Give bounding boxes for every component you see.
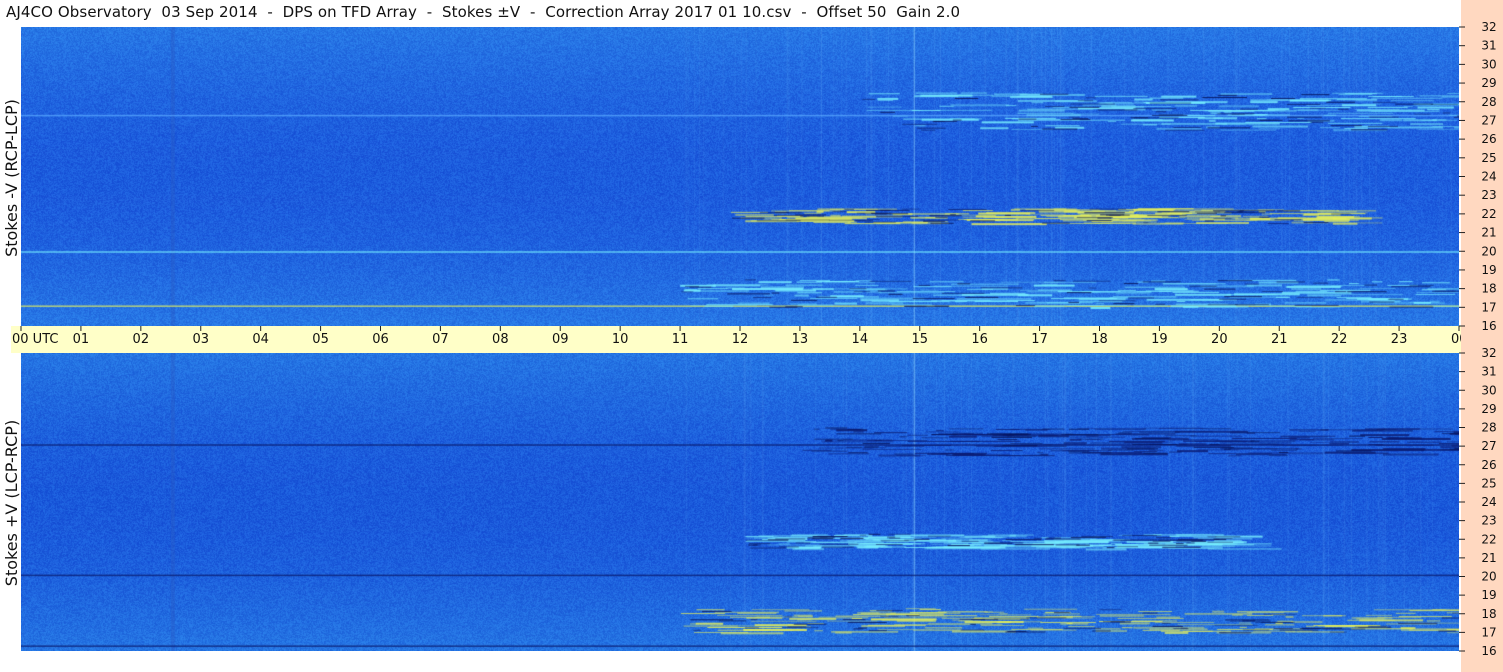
time-label: 20 bbox=[1211, 332, 1228, 347]
bottom-frequency-tick-label: 28 bbox=[1481, 421, 1496, 435]
time-label: 13 bbox=[792, 332, 809, 347]
top-spectrogram bbox=[21, 27, 1459, 326]
time-label: 16 bbox=[971, 332, 988, 347]
top-frequency-tick-label: 28 bbox=[1481, 95, 1496, 109]
time-label: 02 bbox=[133, 332, 150, 347]
bottom-frequency-tick-label: 30 bbox=[1481, 383, 1496, 397]
bottom-frequency-tick-label: 24 bbox=[1481, 495, 1496, 509]
top-frequency-tick-label: 21 bbox=[1481, 226, 1496, 240]
top-frequency-tick-label: 27 bbox=[1481, 113, 1496, 127]
time-label: 03 bbox=[192, 332, 209, 347]
time-axis: 00 UTC 01 02 03 04 05 06 07 08 09 10 11 12 13 14 15 16 17… bbox=[12, 326, 1495, 347]
bottom-frequency-tick-label: 20 bbox=[1481, 570, 1496, 584]
top-frequency-tick-label: 31 bbox=[1481, 39, 1496, 53]
time-label: 04 bbox=[252, 332, 269, 347]
time-label: 17 bbox=[1031, 332, 1048, 347]
bottom-frequency-tick-label: 32 bbox=[1481, 346, 1496, 360]
bottom-frequency-tick-label: 16 bbox=[1481, 644, 1496, 658]
bottom-spectrogram bbox=[21, 353, 1459, 651]
top-frequency-tick-label: 22 bbox=[1481, 207, 1496, 221]
frequency-axis: 16 17 18 19 20 21 22 23 24 25 26 27 28 29 30 31 32 16 17 18… bbox=[1459, 20, 1497, 658]
top-frequency-tick-label: 16 bbox=[1481, 319, 1496, 333]
top-frequency-tick-label: 29 bbox=[1481, 76, 1496, 90]
top-frequency-tick-label: 17 bbox=[1481, 300, 1496, 314]
time-label: 19 bbox=[1151, 332, 1168, 347]
bottom-frequency-tick-label: 23 bbox=[1481, 514, 1496, 528]
time-label: 12 bbox=[732, 332, 749, 347]
bottom-frequency-tick-label: 22 bbox=[1481, 532, 1496, 546]
top-frequency-tick-label: 23 bbox=[1481, 188, 1496, 202]
time-label: 23 bbox=[1391, 332, 1408, 347]
top-frequency-tick-label: 30 bbox=[1481, 57, 1496, 71]
page-title: AJ4CO Observatory 03 Sep 2014 - DPS on T… bbox=[6, 3, 961, 21]
bottom-frequency-tick-label: 17 bbox=[1481, 625, 1496, 639]
bottom-frequency-tick-label: 31 bbox=[1481, 365, 1496, 379]
bottom-frequency-tick-label: 29 bbox=[1481, 402, 1496, 416]
top-frequency-tick-label: 25 bbox=[1481, 151, 1496, 165]
time-label: 07 bbox=[432, 332, 449, 347]
time-label: 01 bbox=[73, 332, 90, 347]
bottom-frequency-tick-label: 25 bbox=[1481, 476, 1496, 490]
time-label: 18 bbox=[1091, 332, 1108, 347]
top-frequency-tick-label: 32 bbox=[1481, 20, 1496, 34]
time-label: 21 bbox=[1271, 332, 1288, 347]
top-frequency-tick-label: 26 bbox=[1481, 132, 1496, 146]
top-frequency-tick-label: 24 bbox=[1481, 170, 1496, 184]
time-label: 22 bbox=[1331, 332, 1348, 347]
top-frequency-tick-label: 19 bbox=[1481, 263, 1496, 277]
top-frequency-tick-label: 20 bbox=[1481, 244, 1496, 258]
bottom-frequency-tick-label: 19 bbox=[1481, 588, 1496, 602]
time-label: 06 bbox=[372, 332, 389, 347]
bottom-frequency-tick-label: 27 bbox=[1481, 439, 1496, 453]
time-label: 09 bbox=[552, 332, 569, 347]
time-label: 10 bbox=[612, 332, 629, 347]
time-axis-bar: 00 UTC 01 02 03 04 05 06 07 08 09 10 11 12 13 14 15 16 17… bbox=[11, 326, 1495, 353]
bottom-frequency-tick-label: 21 bbox=[1481, 551, 1496, 565]
top-frequency-tick-label: 18 bbox=[1481, 282, 1496, 296]
time-label: 05 bbox=[312, 332, 329, 347]
time-label: 08 bbox=[492, 332, 509, 347]
time-label-first: 00 UTC bbox=[12, 332, 58, 347]
bottom-frequency-tick-label: 18 bbox=[1481, 607, 1496, 621]
time-label: 11 bbox=[672, 332, 689, 347]
time-label: 15 bbox=[911, 332, 928, 347]
bottom-frequency-tick-label: 26 bbox=[1481, 458, 1496, 472]
time-label: 14 bbox=[852, 332, 869, 347]
